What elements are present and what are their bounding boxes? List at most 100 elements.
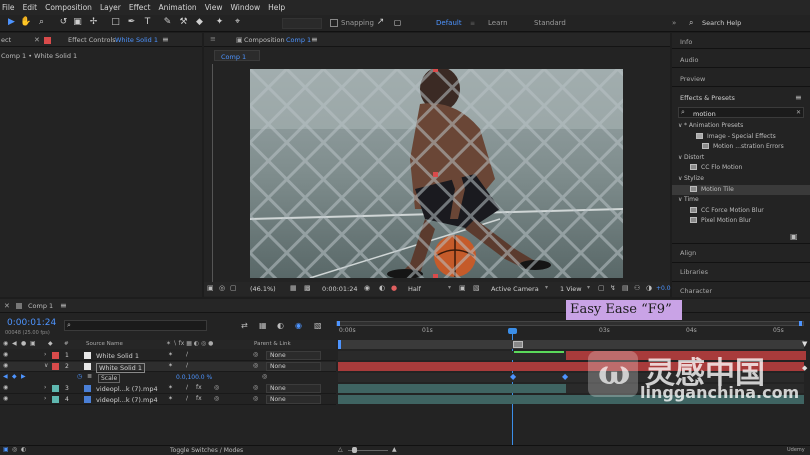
keyframe-nav-icon[interactable]: ◆ bbox=[802, 364, 807, 372]
comp-mini-flowchart-icon[interactable]: ⇄ bbox=[241, 321, 248, 330]
pen-tool-icon[interactable]: ✒ bbox=[126, 17, 137, 28]
panel-menu-icon[interactable]: ≡ bbox=[795, 93, 802, 102]
chevron-down-icon[interactable]: ∨ bbox=[678, 175, 682, 182]
graph-editor-icon[interactable]: ▧ bbox=[314, 321, 322, 330]
expression-pickwhip-icon[interactable]: ◎ bbox=[262, 373, 267, 380]
source-name-column[interactable]: Source Name bbox=[86, 341, 123, 347]
panel-menu-icon[interactable]: ≡ bbox=[311, 35, 318, 44]
region-of-interest-icon[interactable]: ▢ bbox=[230, 284, 237, 292]
snap-options-icon[interactable]: ↗ bbox=[375, 17, 386, 28]
link-icon[interactable]: ≣ bbox=[87, 373, 92, 380]
timeline-end-marker[interactable]: ▼ bbox=[802, 340, 807, 348]
playhead-handle[interactable] bbox=[508, 328, 517, 334]
draft-3d-icon[interactable]: ▦ bbox=[259, 321, 267, 330]
timeline-timecode[interactable]: 0:00:01:24 bbox=[7, 318, 56, 328]
eye-icon[interactable]: ◉ bbox=[3, 362, 8, 369]
layer-label-color[interactable] bbox=[52, 385, 59, 392]
effects-tree-item[interactable]: Motion Tile bbox=[672, 184, 810, 195]
pan-behind-tool-icon[interactable]: ✢ bbox=[88, 17, 99, 28]
quality-switch-icon[interactable]: ∕ bbox=[186, 351, 188, 358]
effects-presets-panel-tab[interactable]: Effects & Presets bbox=[680, 94, 735, 102]
new-bin-icon[interactable]: ▣ bbox=[790, 232, 798, 241]
parent-dropdown[interactable]: None bbox=[266, 384, 321, 393]
hand-tool-icon[interactable]: ✋ bbox=[20, 17, 31, 28]
workspace-learn[interactable]: Learn bbox=[488, 19, 508, 27]
panel-menu-icon[interactable]: ≡ bbox=[210, 35, 216, 43]
camera-tool-icon[interactable]: ▣ bbox=[72, 17, 83, 28]
composition-viewer[interactable] bbox=[250, 69, 623, 278]
layer-name[interactable]: White Solid 1 bbox=[96, 352, 139, 360]
snap-edges-icon[interactable]: ▢ bbox=[392, 17, 403, 28]
pickwhip-icon[interactable]: ◎ bbox=[253, 395, 258, 402]
parent-link-column[interactable]: Parent & Link bbox=[254, 341, 291, 347]
eye-icon[interactable]: ◉ bbox=[3, 395, 8, 402]
project-tab-fragment[interactable]: ect bbox=[1, 36, 11, 44]
brush-tool-icon[interactable]: ✎ bbox=[162, 17, 173, 28]
character-panel-tab[interactable]: Character bbox=[680, 287, 712, 295]
timeline-search-field[interactable]: ⌕ bbox=[64, 320, 207, 331]
pixel-aspect-icon[interactable]: ▢ bbox=[598, 284, 605, 292]
layer-label-color[interactable] bbox=[52, 352, 59, 359]
show-snapshot-icon[interactable]: ◐ bbox=[379, 284, 385, 292]
audio-panel-tab[interactable]: Audio bbox=[680, 56, 698, 64]
parent-dropdown[interactable]: None bbox=[266, 395, 321, 404]
pickwhip-icon[interactable]: ◎ bbox=[253, 384, 258, 391]
effects-tree-item[interactable]: ∨ Time bbox=[672, 195, 810, 205]
scale-keyframe-2[interactable]: ◆ bbox=[562, 372, 568, 381]
grid-icon[interactable]: ▦ bbox=[290, 284, 297, 292]
channel-icon[interactable]: ● bbox=[391, 284, 397, 292]
effect-controls-target[interactable]: White Solid 1 bbox=[115, 36, 158, 44]
scale-property-row[interactable]: ◀ ◆ ▶ ◷ ≣ Scale 0.0,100.0 % ◎ bbox=[0, 373, 336, 383]
comp-settings-icon[interactable]: ▣ bbox=[3, 446, 9, 453]
eraser-tool-icon[interactable]: ◆ bbox=[194, 17, 205, 28]
toggle-transparency-icon[interactable]: ▧ bbox=[473, 284, 480, 292]
scale-property-value[interactable]: 0.0,100.0 % bbox=[176, 374, 212, 381]
views-dropdown[interactable]: 1 View bbox=[560, 285, 582, 293]
effects-tree-item[interactable]: ∨ Distort bbox=[672, 153, 810, 163]
snapping-checkbox[interactable] bbox=[330, 19, 338, 27]
workspace-menu-icon[interactable]: ≡ bbox=[470, 20, 475, 27]
scale-keyframe-1[interactable]: ◆ bbox=[510, 372, 516, 381]
zoom-out-icon[interactable]: △ bbox=[338, 446, 343, 453]
lock-icon[interactable]: ▣ bbox=[236, 36, 243, 44]
info-panel-tab[interactable]: Info bbox=[680, 38, 692, 46]
pickwhip-icon[interactable]: ◎ bbox=[253, 351, 258, 358]
expand-chevron-icon[interactable]: ∨ bbox=[44, 362, 48, 369]
fx-switch-icon[interactable]: fx bbox=[196, 384, 202, 391]
chevron-down-icon[interactable]: ∨ bbox=[678, 154, 682, 161]
layer-label-color[interactable] bbox=[52, 363, 59, 370]
clone-stamp-tool-icon[interactable]: ⚒ bbox=[178, 17, 189, 28]
always-preview-icon[interactable]: ▣ bbox=[207, 284, 214, 292]
close-tab-icon[interactable]: ✕ bbox=[4, 302, 10, 310]
flowchart-icon[interactable]: ⚇ bbox=[634, 284, 640, 292]
clear-search-icon[interactable]: ✕ bbox=[796, 109, 801, 116]
resolution-dropdown[interactable]: Half bbox=[408, 285, 421, 293]
pickwhip-icon[interactable]: ◎ bbox=[253, 362, 258, 369]
shy-switch-icon[interactable]: ✶ bbox=[168, 384, 173, 391]
keyframe-nav-left-icon[interactable]: ◀ bbox=[3, 373, 8, 380]
parent-dropdown[interactable]: None bbox=[266, 351, 321, 360]
menu-view[interactable]: View bbox=[205, 3, 223, 12]
table-row[interactable]: ◉ › 4 videopl...k (7).mp4 ✶ ∕ fx ◎ ◎ None bbox=[0, 395, 336, 405]
preview-panel-tab[interactable]: Preview bbox=[680, 75, 705, 83]
zoom-tool-icon[interactable]: ⌕ bbox=[36, 17, 47, 28]
rectangle-tool-icon[interactable]: □ bbox=[110, 17, 121, 28]
effects-search-field[interactable]: ⌕ motion ✕ bbox=[678, 107, 804, 118]
zoom-dropdown[interactable]: (46.1%) bbox=[250, 285, 276, 293]
timeline-tab[interactable]: Comp 1 bbox=[28, 302, 53, 310]
selection-tool-icon[interactable]: ▶ bbox=[6, 17, 17, 28]
workspace-standard[interactable]: Standard bbox=[534, 19, 566, 27]
align-panel-tab[interactable]: Align bbox=[680, 249, 696, 257]
effects-tree-item[interactable]: Image - Special Effects bbox=[672, 132, 810, 142]
close-tab-icon[interactable]: ✕ bbox=[34, 36, 40, 44]
menu-help[interactable]: Help bbox=[268, 3, 285, 12]
composition-tab[interactable]: Composition bbox=[244, 36, 285, 44]
render-time-icon[interactable]: ◎ bbox=[12, 446, 17, 453]
menu-file[interactable]: File bbox=[2, 3, 15, 12]
stopwatch-icon[interactable]: ◷ bbox=[77, 373, 82, 380]
expand-chevron-icon[interactable]: › bbox=[44, 351, 46, 358]
fast-previews-icon[interactable]: ↯ bbox=[610, 284, 616, 292]
table-row[interactable]: ◉ › 1 White Solid 1 ✶ ∕ ◎ None bbox=[0, 351, 336, 361]
exposure-value[interactable]: +0.0 bbox=[656, 285, 671, 292]
workspace-default[interactable]: Default bbox=[436, 19, 462, 27]
